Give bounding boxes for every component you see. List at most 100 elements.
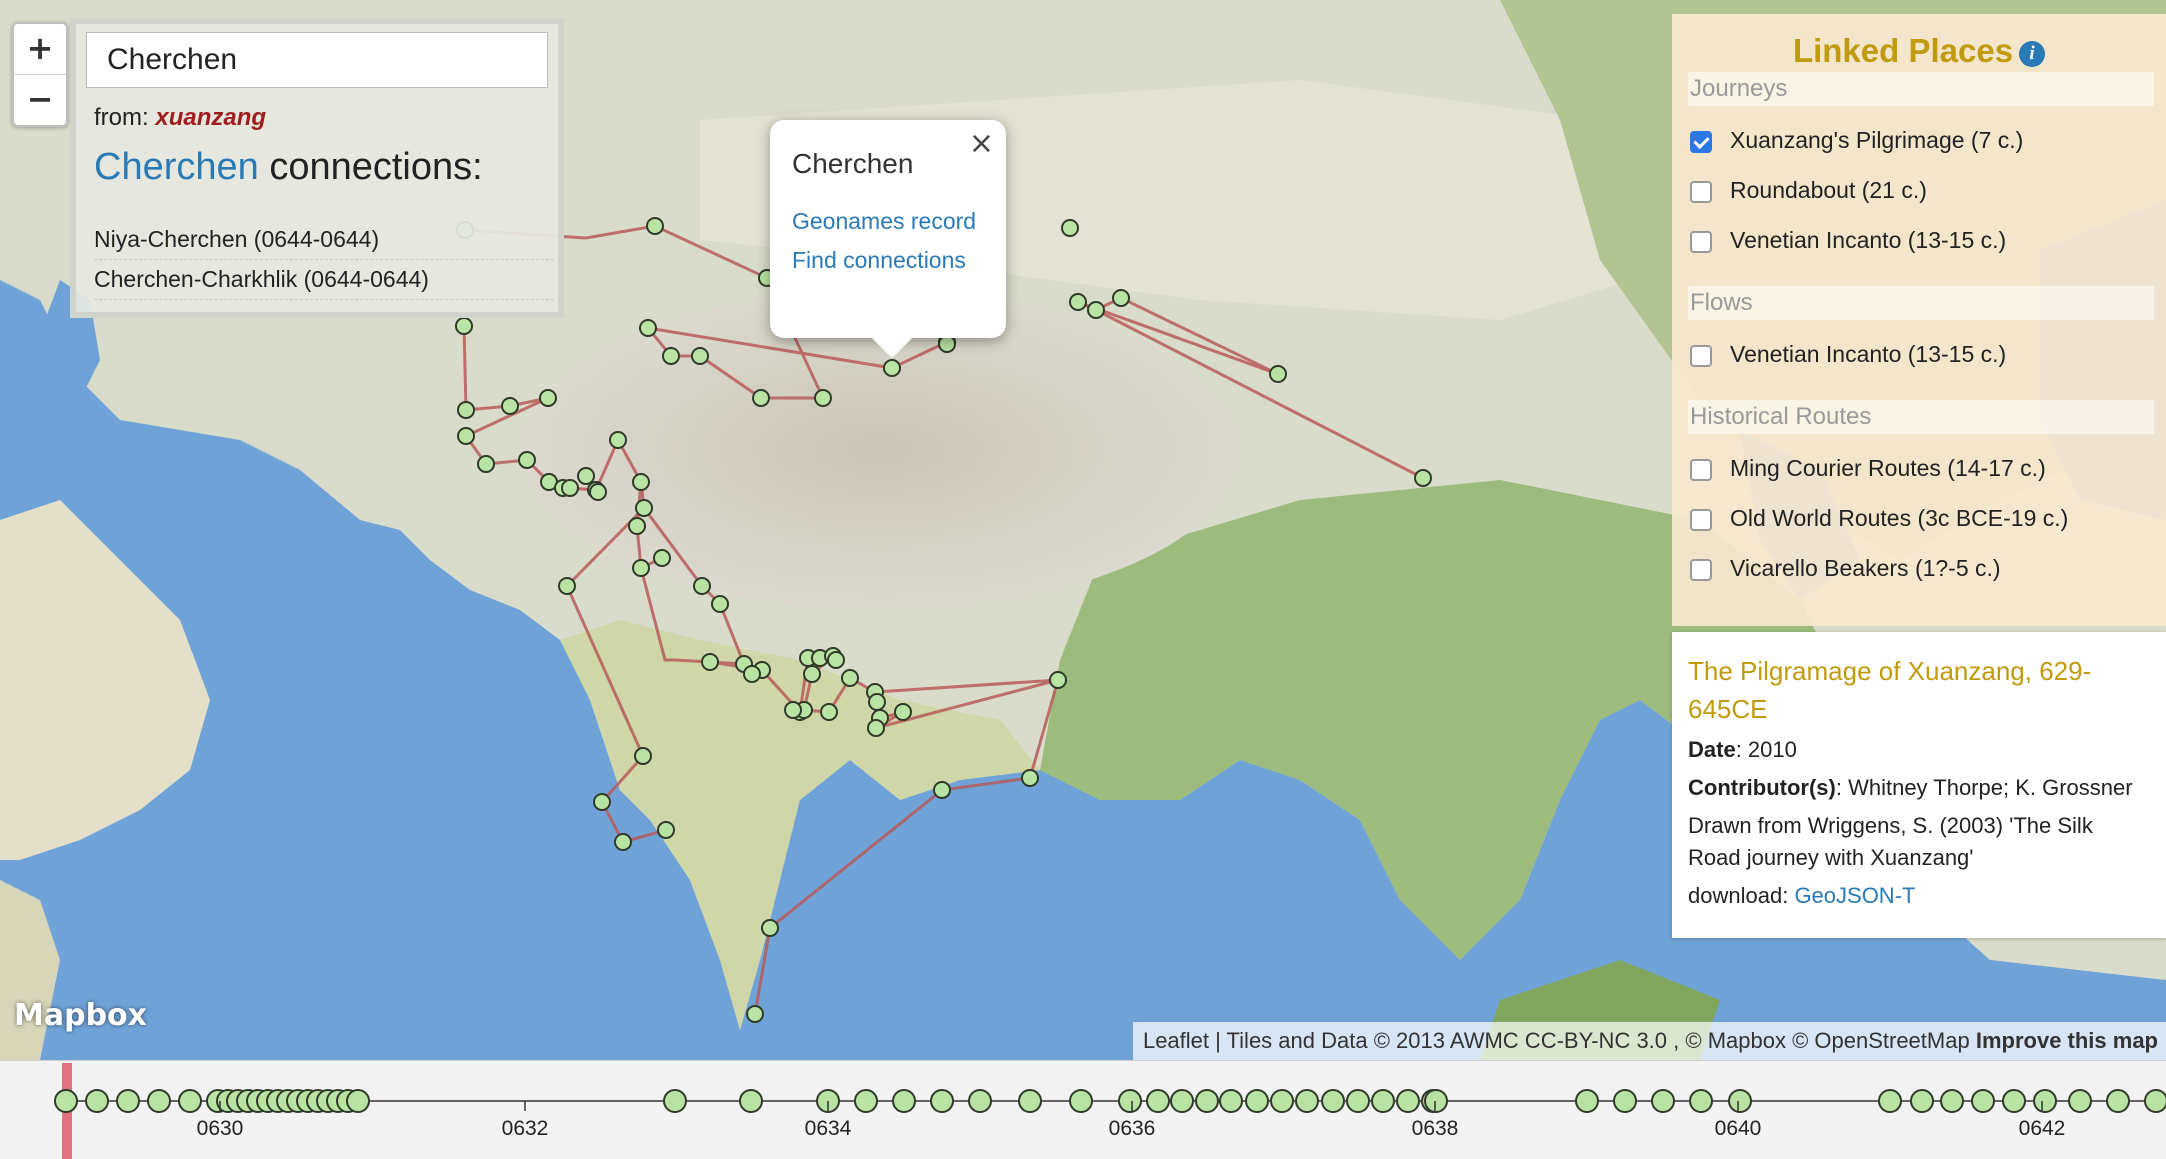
place-marker[interactable] <box>457 401 475 419</box>
timeline-event-marker[interactable] <box>1878 1089 1902 1113</box>
timeline-event-marker[interactable] <box>147 1089 171 1113</box>
timeline-event-marker[interactable] <box>178 1089 202 1113</box>
timeline[interactable]: 0630 0632 0634 0636 0638 0640 0642 <box>0 1060 2166 1159</box>
timeline-event-marker[interactable] <box>1424 1089 1448 1113</box>
timeline-event-marker[interactable] <box>739 1089 763 1113</box>
improve-map-link[interactable]: Improve this map <box>1976 1028 2158 1053</box>
place-marker[interactable] <box>894 703 912 721</box>
place-marker[interactable] <box>1049 671 1067 689</box>
checkbox-unchecked[interactable] <box>1690 559 1712 581</box>
timeline-event-marker[interactable] <box>892 1089 916 1113</box>
place-marker[interactable] <box>539 389 557 407</box>
place-marker[interactable] <box>1021 769 1039 787</box>
timeline-event-marker[interactable] <box>1245 1089 1269 1113</box>
attribution-text[interactable]: Leaflet | Tiles and Data © 2013 AWMC CC-… <box>1143 1028 1970 1053</box>
timeline-event-marker[interactable] <box>663 1089 687 1113</box>
timeline-event-marker[interactable] <box>1219 1089 1243 1113</box>
place-marker[interactable] <box>632 559 650 577</box>
timeline-event-marker[interactable] <box>1651 1089 1675 1113</box>
timeline-event-marker[interactable] <box>2068 1089 2092 1113</box>
timeline-canvas[interactable]: 0630 0632 0634 0636 0638 0640 0642 <box>0 1061 2166 1159</box>
layer-roundabout[interactable]: Roundabout (21 c.) <box>1690 174 1927 206</box>
place-marker[interactable] <box>589 483 607 501</box>
place-marker[interactable] <box>1269 365 1287 383</box>
timeline-event-marker[interactable] <box>346 1089 370 1113</box>
layer-ming-courier[interactable]: Ming Courier Routes (14-17 c.) <box>1690 452 2046 484</box>
place-marker[interactable] <box>518 451 536 469</box>
timeline-event-marker[interactable] <box>1346 1089 1370 1113</box>
timeline-event-marker[interactable] <box>54 1089 78 1113</box>
place-marker[interactable] <box>814 389 832 407</box>
place-marker[interactable] <box>883 359 901 377</box>
connection-item[interactable]: Cherchen-Charkhlik (0644-0644) <box>94 260 554 300</box>
timeline-event-marker[interactable] <box>1940 1089 1964 1113</box>
checkbox-unchecked[interactable] <box>1690 509 1712 531</box>
timeline-event-marker[interactable] <box>85 1089 109 1113</box>
place-marker[interactable] <box>841 669 859 687</box>
timeline-event-marker[interactable] <box>1295 1089 1319 1113</box>
mapbox-logo[interactable]: Mapbox <box>14 998 147 1033</box>
zoom-in-button[interactable]: + <box>14 24 66 75</box>
layer-old-world[interactable]: Old World Routes (3c BCE-19 c.) <box>1690 502 2068 534</box>
checkbox-unchecked[interactable] <box>1690 345 1712 367</box>
layer-vicarello[interactable]: Vicarello Beakers (1?-5 c.) <box>1690 552 2001 584</box>
timeline-event-marker[interactable] <box>1069 1089 1093 1113</box>
timeline-event-marker[interactable] <box>2033 1089 2057 1113</box>
timeline-event-marker[interactable] <box>2002 1089 2026 1113</box>
timeline-event-marker[interactable] <box>116 1089 140 1113</box>
place-marker[interactable] <box>761 919 779 937</box>
place-marker[interactable] <box>743 665 761 683</box>
place-marker[interactable] <box>457 427 475 445</box>
place-marker[interactable] <box>820 703 838 721</box>
place-marker[interactable] <box>938 335 956 353</box>
timeline-event-marker[interactable] <box>1396 1089 1420 1113</box>
timeline-event-marker[interactable] <box>1118 1089 1142 1113</box>
checkbox-unchecked[interactable] <box>1690 231 1712 253</box>
place-marker[interactable] <box>1069 293 1087 311</box>
timeline-event-marker[interactable] <box>1146 1089 1170 1113</box>
place-marker[interactable] <box>558 577 576 595</box>
place-marker[interactable] <box>933 781 951 799</box>
place-marker[interactable] <box>646 217 664 235</box>
connections-place-name[interactable]: Cherchen <box>94 146 259 188</box>
place-marker[interactable] <box>1112 289 1130 307</box>
place-marker[interactable] <box>867 719 885 737</box>
timeline-event-marker[interactable] <box>930 1089 954 1113</box>
place-marker[interactable] <box>639 319 657 337</box>
timeline-event-marker[interactable] <box>1018 1089 1042 1113</box>
checkbox-unchecked[interactable] <box>1690 181 1712 203</box>
place-marker[interactable] <box>868 693 886 711</box>
layer-venetian-journey[interactable]: Venetian Incanto (13-15 c.) <box>1690 224 2006 256</box>
timeline-event-marker[interactable] <box>1170 1089 1194 1113</box>
timeline-event-marker[interactable] <box>1910 1089 1934 1113</box>
timeline-event-marker[interactable] <box>1371 1089 1395 1113</box>
place-marker[interactable] <box>1061 219 1079 237</box>
place-marker[interactable] <box>477 455 495 473</box>
checkbox-unchecked[interactable] <box>1690 459 1712 481</box>
zoom-out-button[interactable]: − <box>14 75 66 125</box>
timeline-event-marker[interactable] <box>1270 1089 1294 1113</box>
timeline-event-marker[interactable] <box>1689 1089 1713 1113</box>
timeline-event-marker[interactable] <box>1195 1089 1219 1113</box>
timeline-event-marker[interactable] <box>1971 1089 1995 1113</box>
place-marker[interactable] <box>635 499 653 517</box>
timeline-event-marker[interactable] <box>1575 1089 1599 1113</box>
place-search-input[interactable]: Cherchen <box>86 32 548 88</box>
place-marker[interactable] <box>614 833 632 851</box>
place-marker[interactable] <box>691 347 709 365</box>
timeline-event-marker[interactable] <box>1728 1089 1752 1113</box>
place-marker[interactable] <box>634 747 652 765</box>
place-marker[interactable] <box>662 347 680 365</box>
place-marker[interactable] <box>501 397 519 415</box>
timeline-event-marker[interactable] <box>968 1089 992 1113</box>
timeline-event-marker[interactable] <box>2106 1089 2130 1113</box>
place-marker[interactable] <box>711 595 729 613</box>
popup-close-button[interactable]: × <box>969 126 994 161</box>
checkbox-checked[interactable] <box>1690 131 1712 153</box>
place-marker[interactable] <box>577 467 595 485</box>
layer-xuanzang[interactable]: Xuanzang's Pilgrimage (7 c.) <box>1690 124 2023 156</box>
place-marker[interactable] <box>561 479 579 497</box>
timeline-event-marker[interactable] <box>1613 1089 1637 1113</box>
place-marker[interactable] <box>752 389 770 407</box>
place-marker[interactable] <box>784 701 802 719</box>
